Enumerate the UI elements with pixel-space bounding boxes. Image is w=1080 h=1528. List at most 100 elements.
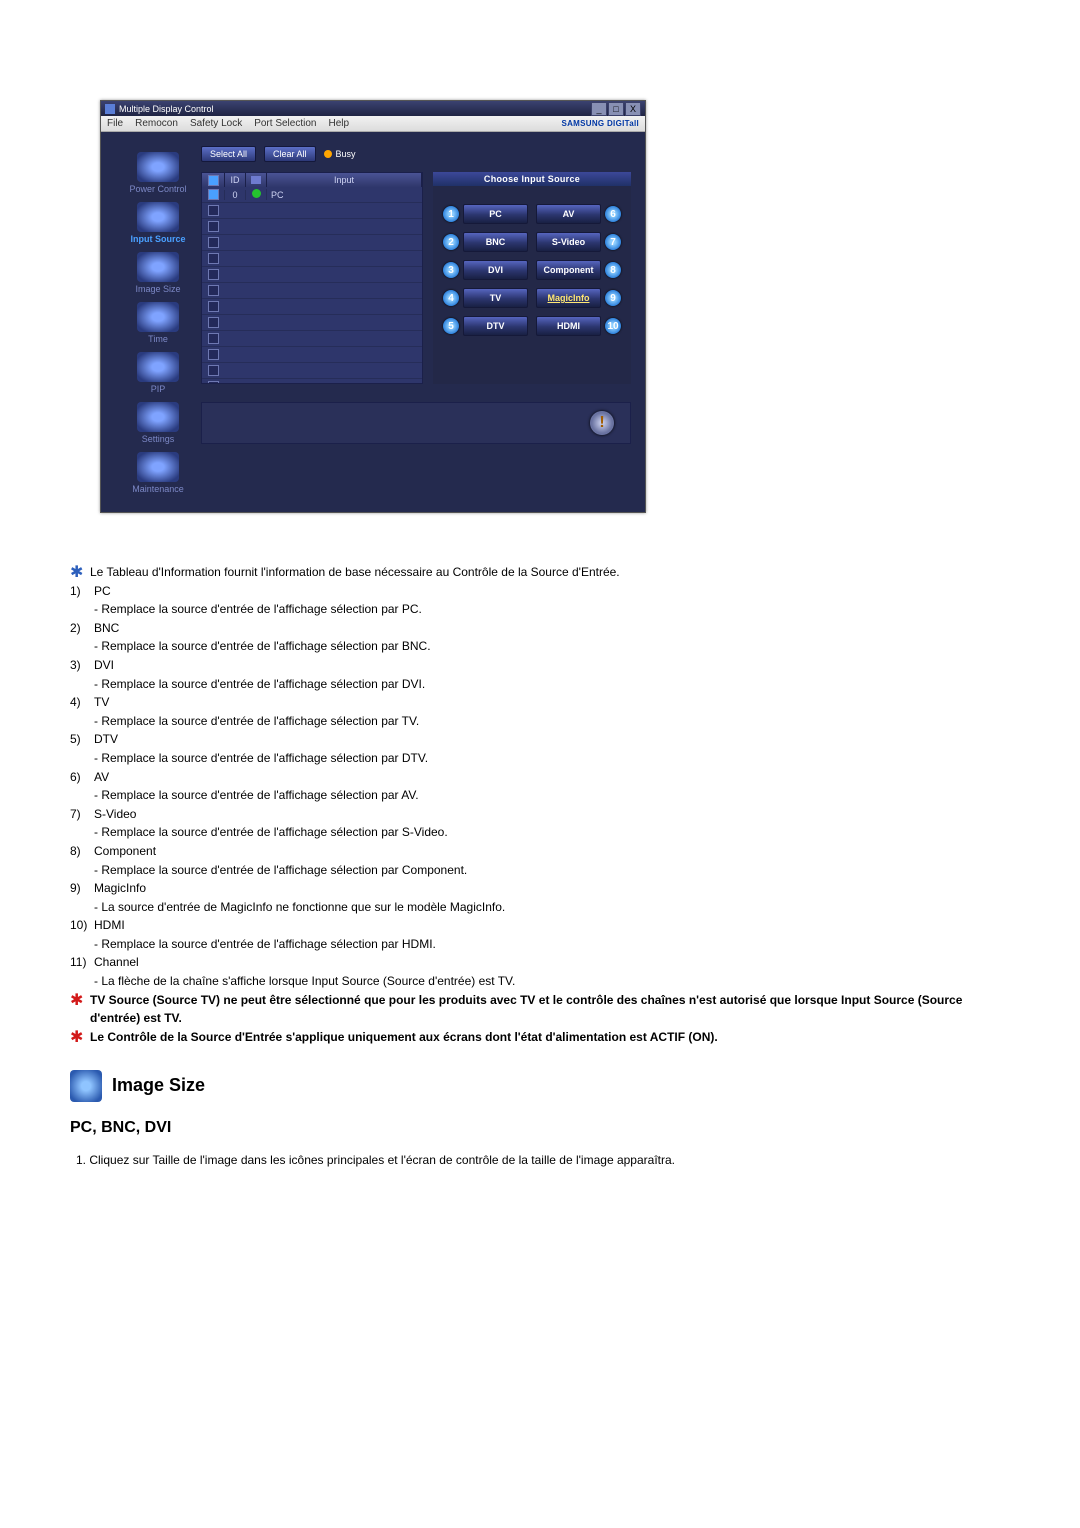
table-row[interactable] [202, 315, 422, 331]
sidebar-item-pip[interactable]: PIP [115, 352, 201, 394]
screenshot-container: Multiple Display Control _ □ X File Remo… [0, 100, 1080, 563]
image-size-icon [137, 252, 179, 282]
table-row[interactable] [202, 267, 422, 283]
work-area: Power Control Input Source Image Size [115, 146, 631, 502]
table-row[interactable] [202, 379, 422, 383]
menu-safety-lock[interactable]: Safety Lock [190, 118, 242, 129]
callout-badge: 1 [443, 206, 459, 222]
callout-badge: 4 [443, 290, 459, 306]
busy-dot-icon [324, 150, 332, 158]
input-source-button[interactable]: PC [463, 204, 528, 224]
row-check[interactable] [202, 301, 224, 312]
input-source-button[interactable]: AV [536, 204, 601, 224]
input-source-button[interactable]: DVI [463, 260, 528, 280]
input-source-row: 4TV MagicInfo9 [443, 288, 621, 308]
section-heading: Image Size [70, 1070, 1010, 1102]
row-check[interactable] [202, 269, 224, 280]
subheading: PC, BNC, DVI [70, 1116, 1010, 1141]
note-item: 7)S-Video [70, 805, 1010, 824]
menu-remocon[interactable]: Remocon [135, 118, 178, 129]
input-source-row: 1PCAV6 [443, 204, 621, 224]
row-check[interactable] [202, 253, 224, 264]
table-row[interactable] [202, 203, 422, 219]
table-row[interactable] [202, 219, 422, 235]
note-description: - Remplace la source d'entrée de l'affic… [70, 637, 1010, 656]
time-icon [137, 302, 179, 332]
sidebar-item-settings[interactable]: Settings [115, 402, 201, 444]
minimize-button[interactable]: _ [591, 102, 607, 116]
input-source-button[interactable]: S-Video [536, 232, 601, 252]
list-body[interactable]: 0PC [202, 187, 422, 383]
input-grid: 1PCAV62BNCS-Video73DVIComponent84TVMagic… [433, 186, 631, 354]
input-source-button[interactable]: Component [536, 260, 601, 280]
checkbox-icon [208, 349, 219, 360]
table-row[interactable] [202, 363, 422, 379]
star-icon: ✱ [70, 563, 90, 582]
callout-badge: 7 [605, 234, 621, 250]
menu-help[interactable]: Help [328, 118, 349, 129]
input-source-cell: 2BNC [443, 232, 528, 252]
check-all-icon [208, 175, 219, 186]
row-check[interactable] [202, 237, 224, 248]
maximize-button[interactable]: □ [608, 102, 624, 116]
busy-indicator: Busy [324, 149, 356, 159]
table-row[interactable]: 0PC [202, 187, 422, 203]
display-list-panel: ID Input 0PC [201, 172, 423, 384]
table-row[interactable] [202, 331, 422, 347]
select-all-button[interactable]: Select All [201, 146, 256, 162]
note-item: 11)Channel [70, 953, 1010, 972]
table-row[interactable] [202, 251, 422, 267]
note-number: 9) [70, 879, 94, 898]
input-source-button[interactable]: MagicInfo [536, 288, 601, 308]
sidebar-item-label: Time [115, 334, 201, 344]
table-row[interactable] [202, 283, 422, 299]
sidebar-item-label: Maintenance [115, 484, 201, 494]
close-button[interactable]: X [625, 102, 641, 116]
table-row[interactable] [202, 347, 422, 363]
input-source-button[interactable]: TV [463, 288, 528, 308]
note-title: PC [94, 582, 111, 601]
row-check[interactable] [202, 221, 224, 232]
callout-badge: 9 [605, 290, 621, 306]
note-title: BNC [94, 619, 119, 638]
table-row[interactable] [202, 299, 422, 315]
checkbox-icon [208, 381, 219, 383]
checkbox-icon [208, 317, 219, 328]
note-title: DTV [94, 730, 118, 749]
row-check[interactable] [202, 365, 224, 376]
checkbox-icon [208, 365, 219, 376]
sidebar-item-time[interactable]: Time [115, 302, 201, 344]
note-item: 4)TV [70, 693, 1010, 712]
note-item: 5)DTV [70, 730, 1010, 749]
input-source-button[interactable]: DTV [463, 316, 528, 336]
table-row[interactable] [202, 235, 422, 251]
row-check[interactable] [202, 189, 224, 200]
header-check-col[interactable] [202, 173, 225, 187]
input-source-cell: 3DVI [443, 260, 528, 280]
checkbox-icon [208, 205, 219, 216]
sidebar-item-input-source[interactable]: Input Source [115, 202, 201, 244]
menu-port-selection[interactable]: Port Selection [254, 118, 316, 129]
row-check[interactable] [202, 205, 224, 216]
power-control-icon [137, 152, 179, 182]
sidebar-item-maintenance[interactable]: Maintenance [115, 452, 201, 494]
main-column: Select All Clear All Busy [201, 146, 631, 502]
step-item: 1. Cliquez sur Taille de l'image dans le… [70, 1151, 1010, 1170]
input-source-cell: 5DTV [443, 316, 528, 336]
callout-badge: 5 [443, 318, 459, 334]
row-check[interactable] [202, 349, 224, 360]
panels-row: ID Input 0PC Choose Input So [201, 172, 631, 384]
clear-all-button[interactable]: Clear All [264, 146, 316, 162]
row-check[interactable] [202, 317, 224, 328]
menu-file[interactable]: File [107, 118, 123, 129]
header-status-col [246, 173, 267, 187]
row-check[interactable] [202, 381, 224, 383]
input-source-button[interactable]: BNC [463, 232, 528, 252]
row-check[interactable] [202, 333, 224, 344]
row-check[interactable] [202, 285, 224, 296]
checkbox-icon [208, 189, 219, 200]
input-source-button[interactable]: HDMI [536, 316, 601, 336]
brand-label: SAMSUNG DIGITall [561, 119, 639, 128]
sidebar-item-power-control[interactable]: Power Control [115, 152, 201, 194]
sidebar-item-image-size[interactable]: Image Size [115, 252, 201, 294]
